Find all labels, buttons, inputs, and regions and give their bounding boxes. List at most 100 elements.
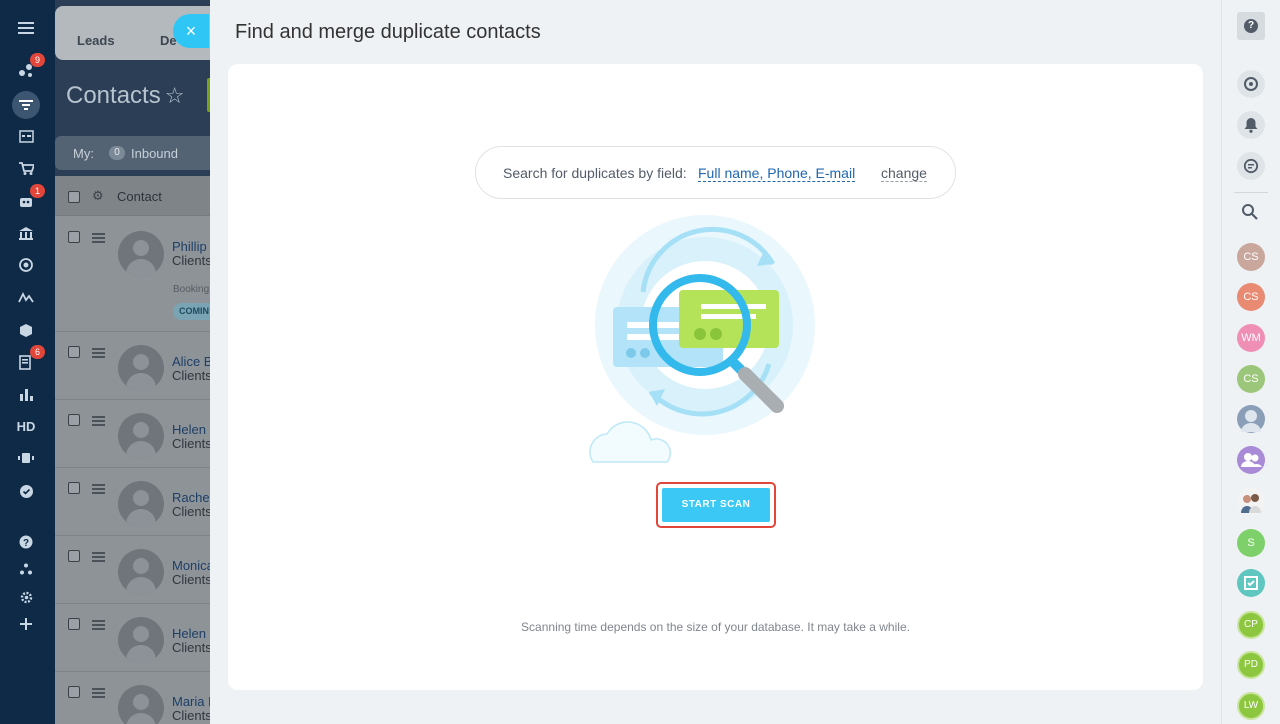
table-header: ⚙ Contact [55, 176, 215, 216]
document-edit-icon[interactable]: 6 [14, 345, 45, 374]
filter-my-label: My: [73, 146, 94, 161]
avatar [118, 617, 164, 663]
duplicate-fields-selector: Search for duplicates by field: Full nam… [475, 146, 956, 199]
help-icon[interactable]: ? [14, 530, 38, 554]
change-fields-link[interactable]: change [881, 165, 927, 182]
contact-name[interactable]: Monica [172, 558, 214, 573]
status-badge: COMIN [173, 303, 215, 320]
search-fields-link[interactable]: Full name, Phone, E-mail [698, 165, 856, 182]
table-row[interactable]: Maria D Clients [55, 672, 215, 724]
page-title: Contacts ☆ [66, 82, 184, 110]
contact-type: Clients [172, 253, 212, 268]
bar-chart-icon[interactable] [14, 382, 38, 406]
drag-handle-icon[interactable] [92, 348, 105, 360]
divider [1234, 192, 1268, 193]
drag-handle-icon[interactable] [92, 552, 105, 564]
row-checkbox[interactable] [68, 482, 80, 494]
menu-icon[interactable] [14, 16, 38, 40]
table-row[interactable]: Monica Clients [55, 536, 215, 604]
task-icon[interactable] [1237, 569, 1265, 597]
drag-handle-icon[interactable] [92, 416, 105, 428]
bell-icon[interactable] [1237, 111, 1265, 139]
contact-type: Clients [172, 368, 212, 383]
sync-icon[interactable] [1237, 70, 1265, 98]
check-circle-icon[interactable] [14, 479, 38, 503]
tasks-icon[interactable] [14, 124, 38, 148]
user-avatar[interactable]: CS [1237, 365, 1265, 393]
select-all-checkbox[interactable] [68, 191, 80, 203]
drag-handle-icon[interactable] [92, 620, 105, 632]
table-row[interactable]: Phillip Clients Booking COMIN [55, 217, 215, 332]
filter-inbound[interactable]: Inbound [131, 146, 178, 161]
contact-name[interactable]: Rachel [172, 490, 212, 505]
tab-leads[interactable]: Leads [77, 33, 115, 48]
star-icon[interactable]: ☆ [165, 83, 185, 108]
row-checkbox[interactable] [68, 686, 80, 698]
user-photo-avatar[interactable] [1237, 405, 1265, 433]
group-avatar[interactable]: LW [1237, 692, 1265, 720]
scan-illustration-icon [589, 215, 815, 463]
group-avatar[interactable]: CP [1237, 611, 1265, 639]
search-icon[interactable] [1241, 203, 1259, 226]
contact-name[interactable]: Helen S [172, 626, 215, 641]
contact-type: Clients [172, 572, 212, 587]
avatar [118, 549, 164, 595]
drag-handle-icon[interactable] [92, 688, 105, 700]
table-row[interactable]: Alice B Clients [55, 332, 215, 400]
add-icon[interactable] [14, 612, 38, 636]
cart-icon[interactable] [14, 156, 38, 180]
settings-icon[interactable] [14, 585, 38, 609]
user-avatar[interactable]: CS [1237, 283, 1265, 311]
start-scan-button[interactable]: START SCAN [662, 488, 770, 522]
activity-stream-icon[interactable]: 9 [14, 53, 45, 82]
notification-badge: 6 [30, 345, 45, 359]
contact-name[interactable]: Alice B [172, 354, 212, 369]
table-row[interactable]: Rachel Clients [55, 468, 215, 536]
robot-icon[interactable]: 1 [14, 184, 45, 213]
search-fields-label: Search for duplicates by field: [503, 165, 687, 181]
table-row[interactable]: Helen Clients [55, 400, 215, 468]
hd-icon[interactable]: HD [14, 414, 38, 438]
contact-type: Clients [172, 436, 212, 451]
group-avatar[interactable]: PD [1237, 651, 1265, 679]
user-photo-avatar[interactable] [1237, 487, 1265, 515]
scan-note: Scanning time depends on the size of you… [521, 620, 910, 634]
column-contact: Contact [117, 189, 162, 204]
sitemap-icon[interactable] [14, 557, 38, 581]
row-checkbox[interactable] [68, 414, 80, 426]
chat-icon[interactable] [1237, 152, 1265, 180]
user-avatar[interactable]: S [1237, 529, 1265, 557]
drag-handle-icon[interactable] [92, 484, 105, 496]
right-rail: ? CS CS WM CS S CP PD LW [1221, 0, 1280, 724]
panel-title: Find and merge duplicate contacts [235, 21, 541, 43]
contact-name[interactable]: Maria D [172, 694, 215, 709]
crm-background: Leads De Contacts ☆ My: 0 Inbound ⚙ Conta… [55, 0, 215, 724]
notification-badge: 9 [30, 53, 45, 67]
row-checkbox[interactable] [68, 231, 80, 243]
row-checkbox[interactable] [68, 618, 80, 630]
avatar [118, 685, 164, 724]
contact-name[interactable]: Phillip [172, 239, 207, 254]
drag-handle-icon[interactable] [92, 233, 105, 245]
user-avatar[interactable]: WM [1237, 324, 1265, 352]
group-chat-icon[interactable] [1237, 446, 1265, 474]
crm-funnel-icon[interactable] [12, 91, 40, 119]
target-icon[interactable] [14, 253, 38, 277]
help-icon: ? [1244, 19, 1258, 33]
contact-name[interactable]: Helen [172, 422, 206, 437]
avatar [118, 231, 164, 277]
sign-icon[interactable] [14, 285, 38, 309]
box-icon[interactable] [14, 318, 38, 342]
row-checkbox[interactable] [68, 550, 80, 562]
user-avatar[interactable]: CS [1237, 243, 1265, 271]
row-checkbox[interactable] [68, 346, 80, 358]
filter-count: 0 [109, 146, 125, 160]
network-icon[interactable] [14, 446, 38, 470]
page-title-text: Contacts [66, 82, 161, 109]
table-row[interactable]: Helen S Clients [55, 604, 215, 672]
help-button[interactable]: ? [1237, 12, 1265, 40]
bank-icon[interactable] [14, 221, 38, 245]
close-slider-button[interactable]: × [173, 14, 209, 48]
gear-icon[interactable]: ⚙ [92, 188, 104, 204]
filter-bar[interactable]: My: 0 Inbound [55, 136, 215, 170]
